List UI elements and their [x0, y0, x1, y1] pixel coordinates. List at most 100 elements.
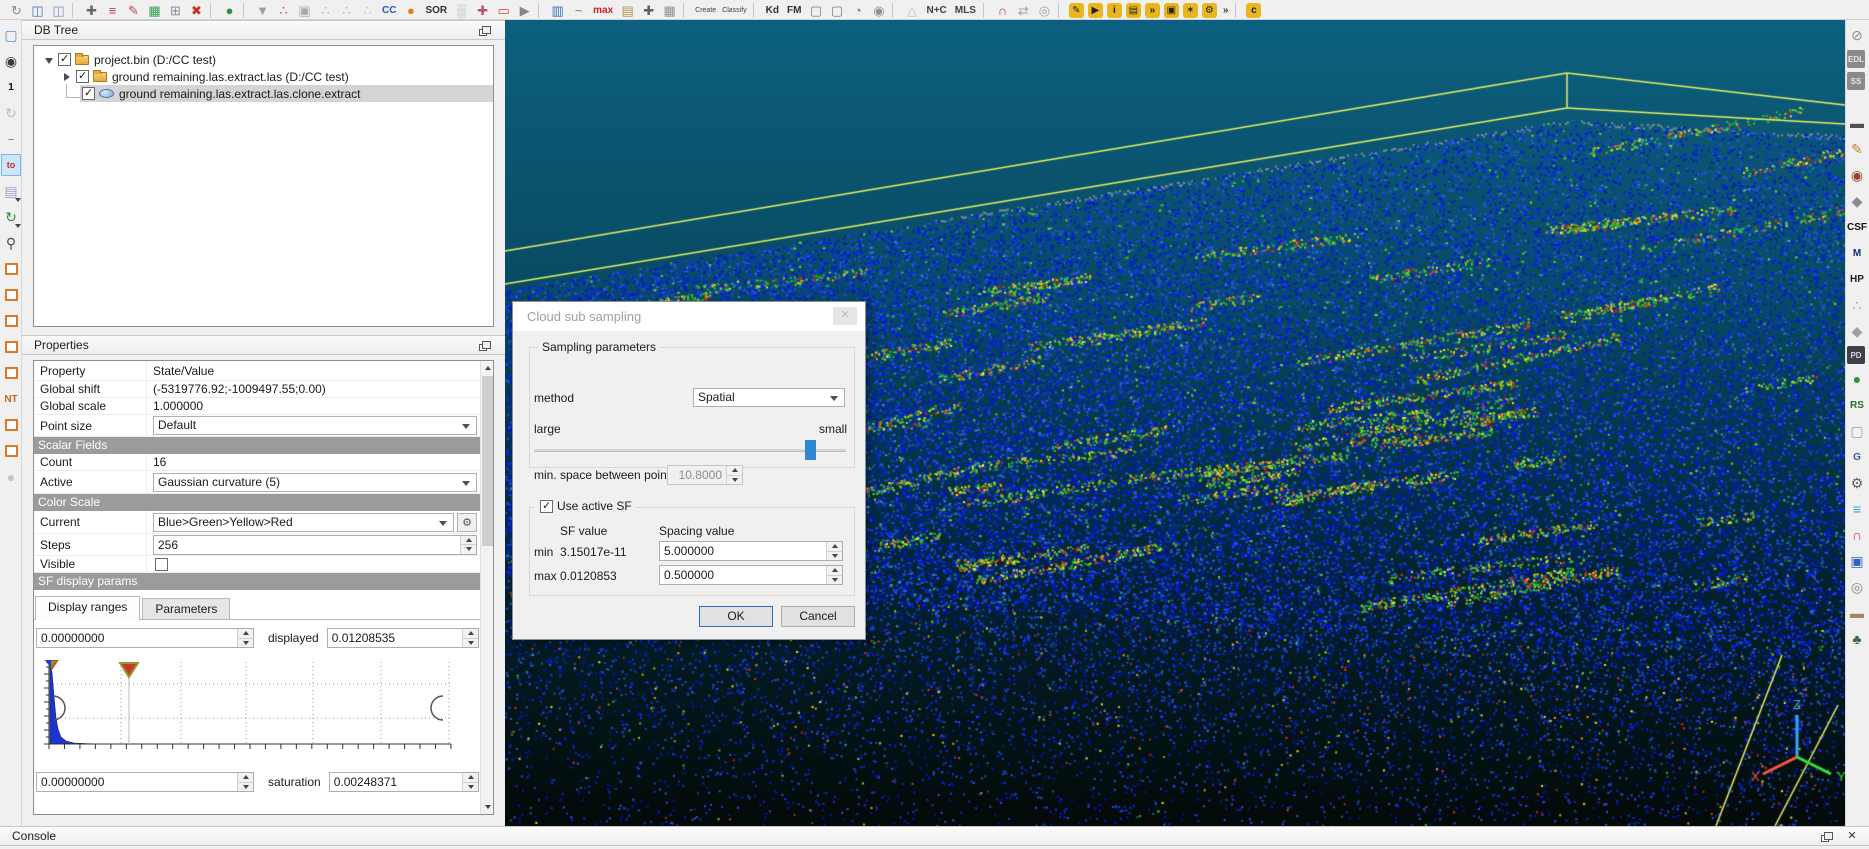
red-curve-icon[interactable]: ∩	[994, 2, 1011, 19]
undo-icon[interactable]: ↻	[8, 2, 25, 19]
plugin-pencil-icon[interactable]: ✎	[1069, 3, 1084, 18]
fm-label[interactable]: FM	[785, 2, 803, 19]
scroll-down-icon[interactable]	[481, 800, 494, 814]
color-ramp-icon[interactable]: ▦	[146, 2, 163, 19]
histogram-icon[interactable]: ▥	[549, 2, 566, 19]
grid-icon[interactable]: ▦	[661, 2, 678, 19]
view-cube-front-icon[interactable]	[1, 310, 21, 332]
save-all-icon[interactable]: ◫	[50, 2, 67, 19]
rotate-ball-icon[interactable]: ●	[221, 2, 238, 19]
plugin-box-icon[interactable]: ▣	[1164, 3, 1179, 18]
scatter-1-icon[interactable]: ∴	[317, 2, 334, 19]
cancel-button[interactable]: Cancel	[781, 606, 855, 627]
view-cube-left-icon[interactable]	[1, 362, 21, 384]
nt-view-label[interactable]: NT	[1, 388, 21, 410]
compass-icon[interactable]: ◉	[1847, 164, 1867, 186]
scroll-up-icon[interactable]	[481, 361, 494, 375]
facets-icon[interactable]: ◆	[1847, 190, 1867, 212]
fog-icon[interactable]: ▒	[453, 2, 470, 19]
display-options-icon[interactable]: ▢	[1, 24, 21, 46]
c-plugin-icon[interactable]: c	[1246, 3, 1261, 18]
view-cube-bottom-icon[interactable]	[1, 284, 21, 306]
cone-icon[interactable]: ▼	[254, 2, 271, 19]
pie-icon[interactable]: ◔	[849, 2, 866, 19]
registration-icon[interactable]: ⇄	[1015, 2, 1032, 19]
tab-parameters[interactable]: Parameters	[142, 598, 230, 619]
tree-checkbox[interactable]	[58, 53, 71, 66]
float-panel-icon[interactable]	[479, 25, 491, 36]
color-scale-gear-icon[interactable]: ⚙	[457, 513, 477, 532]
g-plugin-icon[interactable]: G	[1847, 446, 1867, 468]
globe-arrow-icon[interactable]: ◎	[1036, 2, 1053, 19]
plugin-gear-icon[interactable]: ⚙	[1202, 3, 1217, 18]
ruler-icon[interactable]: ▬	[1847, 602, 1867, 624]
green-ball-icon[interactable]: ●	[1847, 368, 1867, 390]
classify-label[interactable]: Classify	[721, 2, 748, 19]
tree-checkbox[interactable]	[82, 87, 95, 100]
gear-dots-icon[interactable]: ⚙	[1847, 472, 1867, 494]
range-handle-right[interactable]	[431, 696, 443, 720]
dialog-titlebar[interactable]: Cloud sub sampling ✕	[513, 302, 865, 331]
use-active-sf-checkbox[interactable]	[540, 500, 553, 513]
trees-icon[interactable]: ♣	[1847, 628, 1867, 650]
pivot-rotation-icon[interactable]: ↻	[1, 206, 21, 228]
active-sf-combo[interactable]: Gaussian curvature (5)	[153, 473, 477, 492]
sor-filter-icon[interactable]: SOR	[423, 2, 449, 19]
magnifier-icon[interactable]: ⚲	[1, 232, 21, 254]
expand-arrow-icon[interactable]	[60, 70, 74, 84]
octree-icon[interactable]: ▣	[296, 2, 313, 19]
one-label[interactable]: 1	[1, 76, 21, 98]
point-picking-icon[interactable]: ✚	[83, 2, 100, 19]
pcv-icon[interactable]: PD	[1847, 346, 1865, 364]
monitor-1-icon[interactable]: ▢	[807, 2, 824, 19]
spacing-slider-track[interactable]	[534, 449, 846, 452]
steps-spinner[interactable]: 256	[153, 535, 477, 555]
screenshot-icon[interactable]: ◉	[1, 50, 21, 72]
point-size-combo[interactable]: Default	[153, 416, 477, 435]
refresh-disabled-icon[interactable]: ↻	[1, 102, 21, 124]
tree-row-clone-extract[interactable]: ground remaining.las.extract.las.clone.e…	[34, 85, 493, 102]
max-label[interactable]: max	[591, 2, 615, 19]
nc-label[interactable]: N+C	[924, 2, 948, 19]
monitor-2-icon[interactable]: ▢	[828, 2, 845, 19]
palette-icon[interactable]: ▤	[1, 180, 21, 202]
plugin-chevrons-icon[interactable]: »	[1145, 3, 1160, 18]
range-start-spinner[interactable]: 0.00000000	[36, 628, 254, 648]
broom-icon[interactable]: ✎	[1847, 138, 1867, 160]
blue-box-icon[interactable]: ▣	[1847, 550, 1867, 572]
overflow-chevron[interactable]: »	[1221, 2, 1231, 19]
csf-label[interactable]: CSF	[1847, 216, 1867, 238]
view-cube-right-icon[interactable]	[1, 414, 21, 436]
plus-icon[interactable]: ✚	[640, 2, 657, 19]
dash-icon[interactable]: –	[1, 128, 21, 150]
plugin-play-icon[interactable]: ▶	[1088, 3, 1103, 18]
eraser-icon[interactable]: ▭	[495, 2, 512, 19]
kd-label[interactable]: Kd	[764, 2, 781, 19]
method-combo[interactable]: Spatial	[693, 388, 845, 407]
ok-button[interactable]: OK	[699, 606, 773, 627]
mls-label[interactable]: MLS	[953, 2, 978, 19]
view-cube-top-icon[interactable]	[1, 258, 21, 280]
scatter-2-icon[interactable]: ∴	[338, 2, 355, 19]
clipboard-icon[interactable]: ▤	[619, 2, 636, 19]
ssao-shader-icon[interactable]: SS	[1847, 72, 1865, 90]
saturation-start-spinner[interactable]: 0.00000000	[36, 772, 254, 792]
curve-icon[interactable]: ~	[570, 2, 587, 19]
hpr-icon[interactable]: HP	[1847, 268, 1867, 290]
animation-icon[interactable]: ▬	[1847, 112, 1867, 134]
sphere-disabled-icon[interactable]: ●	[1, 466, 21, 488]
tree-row-ground-las[interactable]: ground remaining.las.extract.las (D:/CC …	[34, 68, 493, 85]
scatter-3-icon[interactable]: ∴	[359, 2, 376, 19]
sf-max-marker[interactable]	[120, 663, 138, 677]
orange-sphere-icon[interactable]: ●	[402, 2, 419, 19]
wireframe-icon[interactable]: △	[903, 2, 920, 19]
point-pick-icon[interactable]: ✚	[474, 2, 491, 19]
no-entry-icon[interactable]: ⊘	[1847, 24, 1867, 46]
plugin-wand-icon[interactable]: ✶	[1183, 3, 1198, 18]
view-cube-back-icon[interactable]	[1, 336, 21, 358]
save-icon[interactable]: ◫	[29, 2, 46, 19]
spacing-slider-handle[interactable]	[805, 440, 816, 460]
saturation-spinner[interactable]: 0.00248371	[329, 772, 479, 792]
zoom-to-icon[interactable]: to	[1, 154, 21, 176]
max-spacing-spinner[interactable]: 0.500000	[659, 565, 843, 585]
